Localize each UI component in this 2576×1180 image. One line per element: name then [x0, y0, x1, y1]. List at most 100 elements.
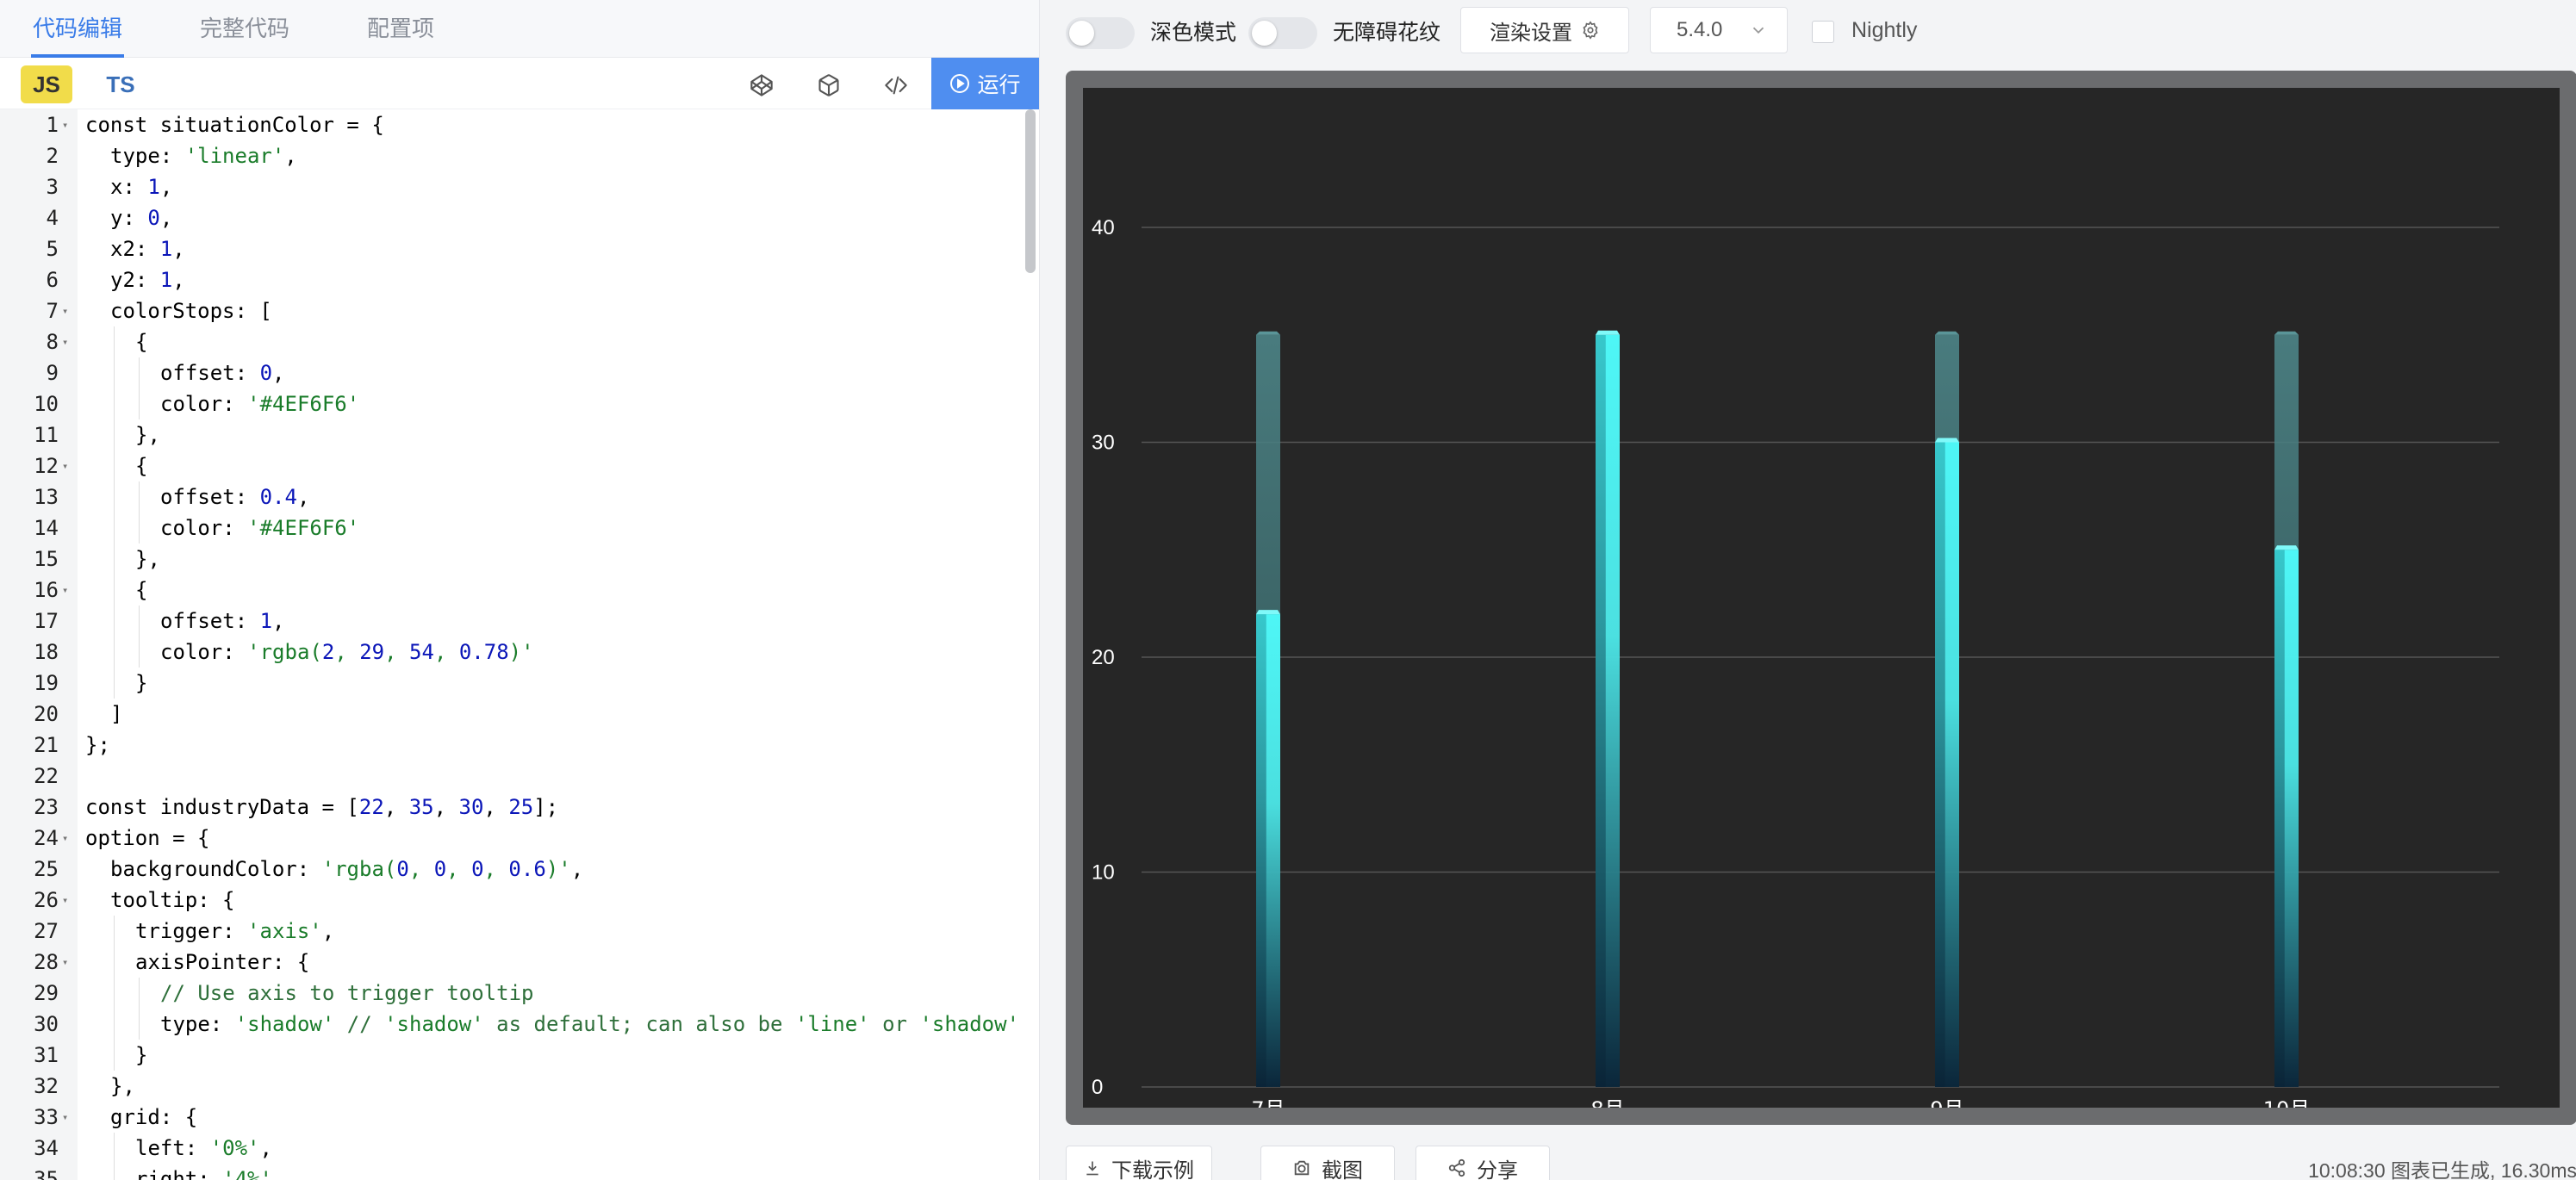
fold-toggle-icon[interactable]: ▾: [62, 1102, 74, 1133]
tab-options[interactable]: 配置项: [367, 0, 434, 58]
dark-mode-toggle[interactable]: [1066, 17, 1135, 49]
code-line: type: 'shadow' // 'shadow' as default; c…: [160, 1012, 1020, 1036]
code-line: // Use axis to trigger tooltip: [160, 981, 534, 1005]
code-line: y2: 1,: [110, 268, 185, 292]
screenshot-button[interactable]: 截图: [1260, 1146, 1395, 1180]
bar-background-top: [2274, 331, 2299, 335]
line-number: 23: [34, 795, 59, 819]
line-number: 25: [34, 857, 59, 881]
code-line: },: [135, 423, 160, 447]
render-settings-label: 渲染设置: [1490, 21, 1572, 45]
line-number: 21: [34, 733, 59, 757]
code-line: offset: 0,: [160, 361, 285, 385]
code-line: axisPointer: {: [135, 950, 310, 974]
run-button[interactable]: 运行: [931, 58, 1039, 109]
code-line: color: '#4EF6F6': [160, 392, 360, 416]
line-number: 30: [34, 1012, 59, 1036]
line-number: 22: [34, 764, 59, 788]
line-number: 15: [34, 547, 59, 571]
line-number: 24: [34, 826, 59, 850]
y-tick-label: 30: [1092, 432, 1115, 455]
code-line: x: 1,: [110, 175, 173, 199]
line-number: 26: [34, 888, 59, 912]
lang-js-button[interactable]: JS: [21, 65, 72, 103]
chevron-down-icon: [1752, 27, 1764, 34]
lang-ts-button[interactable]: TS: [95, 65, 146, 103]
code-line: option = {: [85, 826, 210, 850]
bar-side: [1256, 614, 1266, 1087]
indent-guide: [139, 978, 140, 1040]
line-number: 1: [46, 113, 59, 137]
render-settings-button[interactable]: 渲染设置: [1460, 7, 1629, 53]
preview-footer: 下载示例 截图 分享 10:08:30 图表已生成, 16.30ms: [1040, 1137, 2576, 1180]
fold-toggle-icon[interactable]: ▾: [62, 450, 74, 481]
bar-side: [2274, 550, 2285, 1087]
chart-canvas[interactable]: 0 10 20 30 40 7月 8月 9月 10月: [1083, 88, 2560, 1108]
code-editor[interactable]: 1 ▾ 2 3 4 5 6 7 ▾ 8 ▾ 9 10 11 12 ▾ 13 14 15 16 ▾ 17 18 19 20 21 22…: [0, 109, 1039, 1180]
editor-tabs: 代码编辑 完整代码 配置项: [0, 0, 1039, 58]
share-button[interactable]: 分享: [1416, 1146, 1550, 1180]
line-number: 11: [34, 423, 59, 447]
x-tick-label: 8月: [1590, 1097, 1624, 1108]
indent-guide: [114, 1133, 115, 1180]
fold-toggle-icon[interactable]: ▾: [62, 947, 74, 978]
codesandbox-icon[interactable]: [812, 68, 846, 102]
bar-chart: 0 10 20 30 40 7月 8月 9月 10月: [1092, 216, 2499, 1108]
line-number: 19: [34, 671, 59, 695]
download-example-button[interactable]: 下载示例: [1066, 1146, 1212, 1180]
code-line: const industryData = [22, 35, 30, 25];: [85, 795, 559, 819]
line-number: 28: [34, 950, 59, 974]
line-number: 18: [34, 640, 59, 664]
y-tick-label: 0: [1092, 1076, 1103, 1099]
language-toolbar: JS TS 运行: [0, 58, 1039, 109]
version-value: 5.4.0: [1677, 18, 1723, 41]
line-gutter: 1 ▾ 2 3 4 5 6 7 ▾ 8 ▾ 9 10 11 12 ▾ 13 14 15 16 ▾ 17 18 19 20 21 22…: [0, 109, 78, 1180]
code-line: type: 'linear',: [110, 144, 297, 168]
share-icon: [1448, 1158, 1465, 1177]
editor-scrollbar[interactable]: [1025, 109, 1036, 273]
code-line: offset: 0.4,: [160, 485, 310, 509]
download-icon: [1086, 1161, 1098, 1176]
aria-decal-toggle[interactable]: [1248, 17, 1317, 49]
code-line: },: [110, 1074, 135, 1098]
line-number: 9: [46, 361, 59, 385]
line-number: 31: [34, 1043, 59, 1067]
indent-guide: [139, 481, 140, 543]
codepen-icon[interactable]: [744, 68, 779, 102]
indent-guide: [114, 326, 115, 699]
screenshot-label: 截图: [1322, 1158, 1363, 1180]
code-line: {: [135, 454, 148, 478]
code-line: backgroundColor: 'rgba(0, 0, 0, 0.6)',: [110, 857, 584, 881]
chart-frame: 0 10 20 30 40 7月 8月 9月 10月: [1066, 71, 2576, 1125]
line-number: 14: [34, 516, 59, 540]
code-line: left: '0%',: [135, 1136, 272, 1160]
code-line: color: '#4EF6F6': [160, 516, 360, 540]
line-number: 32: [34, 1074, 59, 1098]
fold-toggle-icon[interactable]: ▾: [62, 326, 74, 357]
fold-toggle-icon[interactable]: ▾: [62, 823, 74, 854]
bar-side: [1935, 442, 1945, 1087]
line-number: 6: [46, 268, 59, 292]
fold-toggle-icon[interactable]: ▾: [62, 885, 74, 916]
fold-toggle-icon[interactable]: ▾: [62, 295, 74, 326]
tab-full-code[interactable]: 完整代码: [200, 0, 289, 58]
x-tick-label: 10月: [2263, 1097, 2311, 1108]
x-tick-label: 7月: [1251, 1097, 1285, 1108]
play-circle-icon: [950, 74, 970, 93]
code-line: const situationColor = {: [85, 113, 384, 137]
code-format-icon[interactable]: [879, 68, 913, 102]
share-label: 分享: [1477, 1158, 1518, 1180]
fold-toggle-icon[interactable]: ▾: [62, 574, 74, 606]
line-number: 17: [34, 609, 59, 633]
fold-toggle-icon[interactable]: ▾: [62, 109, 74, 140]
code-line: trigger: 'axis',: [135, 919, 335, 943]
y-tick-label: 40: [1092, 216, 1115, 239]
version-select[interactable]: 5.4.0: [1650, 7, 1788, 53]
line-number: 2: [46, 144, 59, 168]
code-line: y: 0,: [110, 206, 173, 230]
tab-code-edit[interactable]: 代码编辑: [30, 0, 125, 58]
preview-toolbar: 深色模式 无障碍花纹 渲染设置 5.4.0 Nightly: [1040, 0, 2576, 65]
nightly-checkbox[interactable]: [1812, 21, 1834, 43]
line-number: 7: [46, 299, 59, 323]
nightly-label: Nightly: [1851, 18, 1918, 42]
